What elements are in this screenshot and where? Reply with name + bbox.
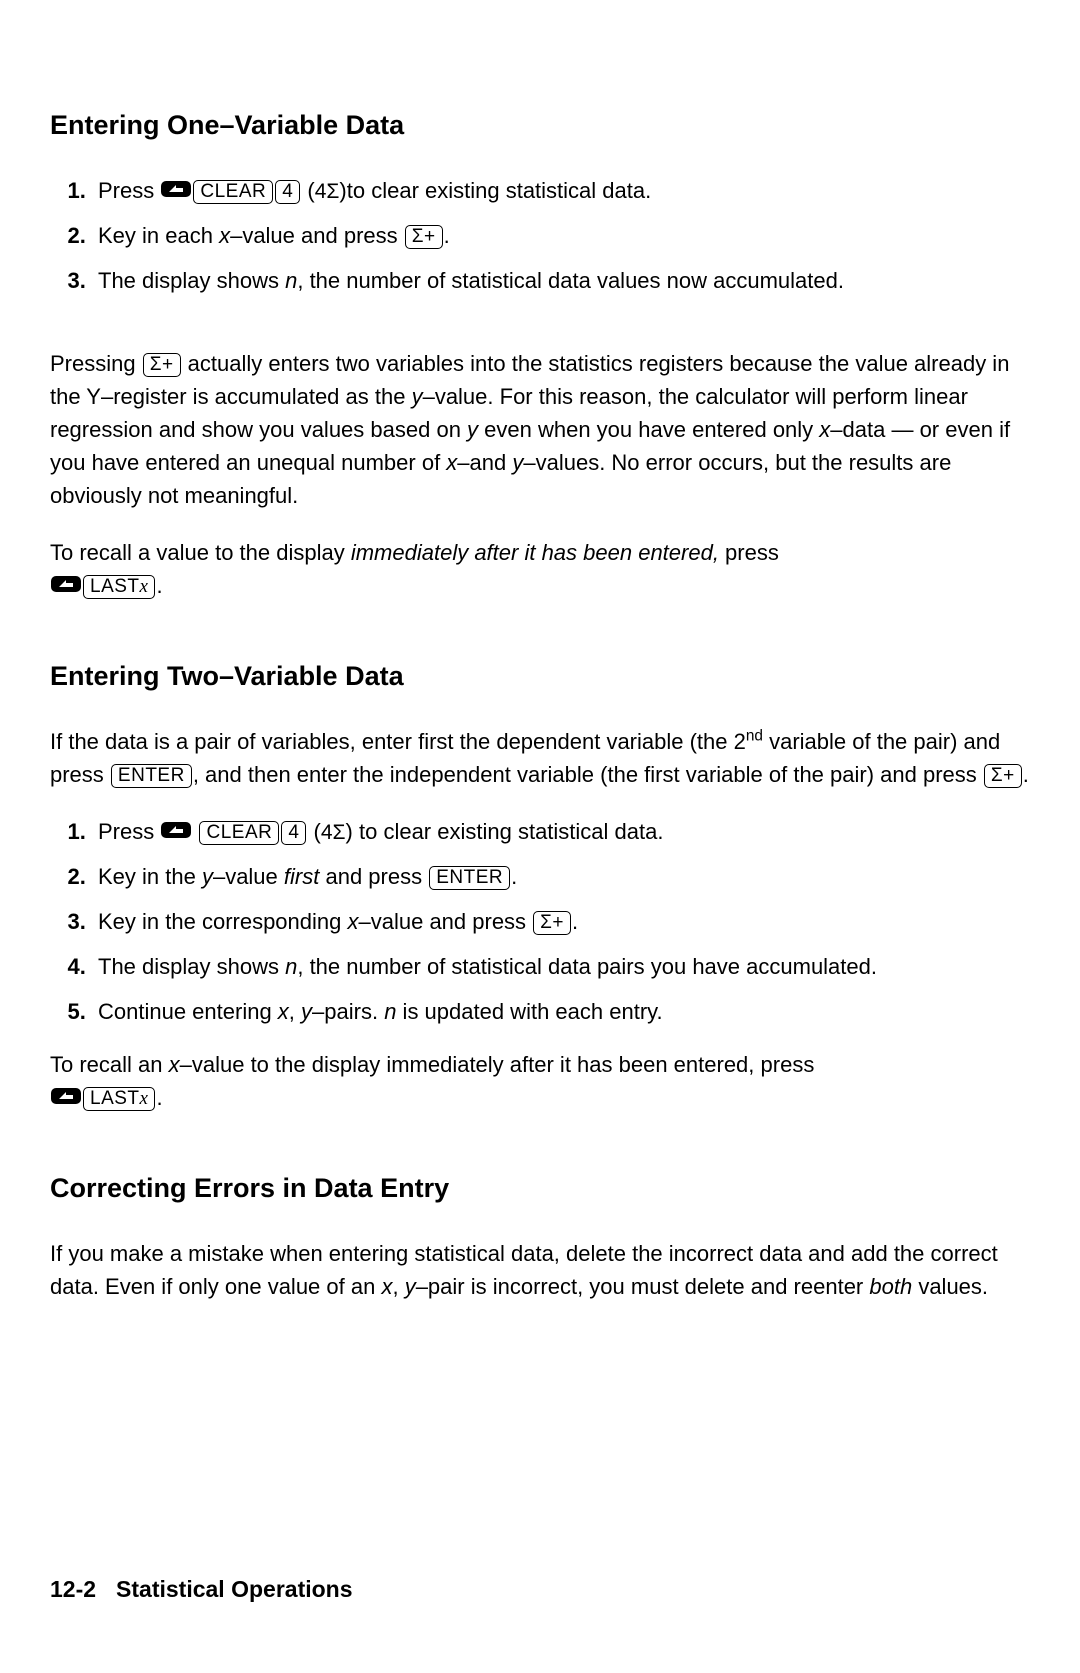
lastx-key-icon: LASTx xyxy=(83,1087,155,1111)
shift-key-icon xyxy=(51,1088,81,1104)
four-sigma-label: 4Σ xyxy=(321,821,346,844)
page-content: Entering One–Variable Data Press CLEAR4 … xyxy=(0,0,1080,1303)
heading-two-variable: Entering Two–Variable Data xyxy=(50,656,1030,697)
two-variable-intro: If the data is a pair of variables, ente… xyxy=(50,725,1030,791)
list-item: Key in the y–value first and press ENTER… xyxy=(92,860,1030,893)
enter-key-icon: ENTER xyxy=(429,866,510,890)
clear-key-icon: CLEAR xyxy=(193,180,273,204)
correcting-errors-para: If you make a mistake when entering stat… xyxy=(50,1237,1030,1303)
list-item: The display shows n, the number of stati… xyxy=(92,264,1030,297)
shift-key-icon xyxy=(51,576,81,592)
one-variable-steps: Press CLEAR4 (4Σ)to clear existing stati… xyxy=(50,174,1030,298)
two-variable-steps: Press CLEAR4 (4Σ) to clear existing stat… xyxy=(50,815,1030,1029)
list-item: Continue entering x, y–pairs. n is updat… xyxy=(92,995,1030,1028)
sigma-plus-key-icon: Σ+ xyxy=(984,764,1022,788)
page-footer: 12-2 Statistical Operations xyxy=(50,1576,353,1603)
chapter-title: Statistical Operations xyxy=(116,1576,352,1602)
four-sigma-label: 4Σ xyxy=(315,180,340,203)
clear-key-icon: CLEAR xyxy=(199,821,279,845)
page-number: 12-2 xyxy=(50,1576,96,1602)
heading-correcting-errors: Correcting Errors in Data Entry xyxy=(50,1168,1030,1209)
list-item: The display shows n, the number of stati… xyxy=(92,950,1030,983)
sigma-plus-key-icon: Σ+ xyxy=(143,353,181,377)
heading-one-variable: Entering One–Variable Data xyxy=(50,105,1030,146)
shift-key-icon xyxy=(161,181,191,197)
four-key-icon: 4 xyxy=(275,180,300,204)
one-variable-note-2: To recall a value to the display immedia… xyxy=(50,536,1030,602)
shift-key-icon xyxy=(161,822,191,838)
list-item: Press CLEAR4 (4Σ) to clear existing stat… xyxy=(92,815,1030,849)
list-item: Press CLEAR4 (4Σ)to clear existing stati… xyxy=(92,174,1030,208)
lastx-key-icon: LASTx xyxy=(83,575,155,599)
enter-key-icon: ENTER xyxy=(111,764,192,788)
four-key-icon: 4 xyxy=(281,821,306,845)
two-variable-recall: To recall an x–value to the display imme… xyxy=(50,1048,1030,1114)
sigma-plus-key-icon: Σ+ xyxy=(405,225,443,249)
list-item: Key in the corresponding x–value and pre… xyxy=(92,905,1030,938)
one-variable-note-1: Pressing Σ+ actually enters two variable… xyxy=(50,347,1030,512)
list-item: Key in each x–value and press Σ+. xyxy=(92,219,1030,252)
sigma-plus-key-icon: Σ+ xyxy=(533,911,571,935)
